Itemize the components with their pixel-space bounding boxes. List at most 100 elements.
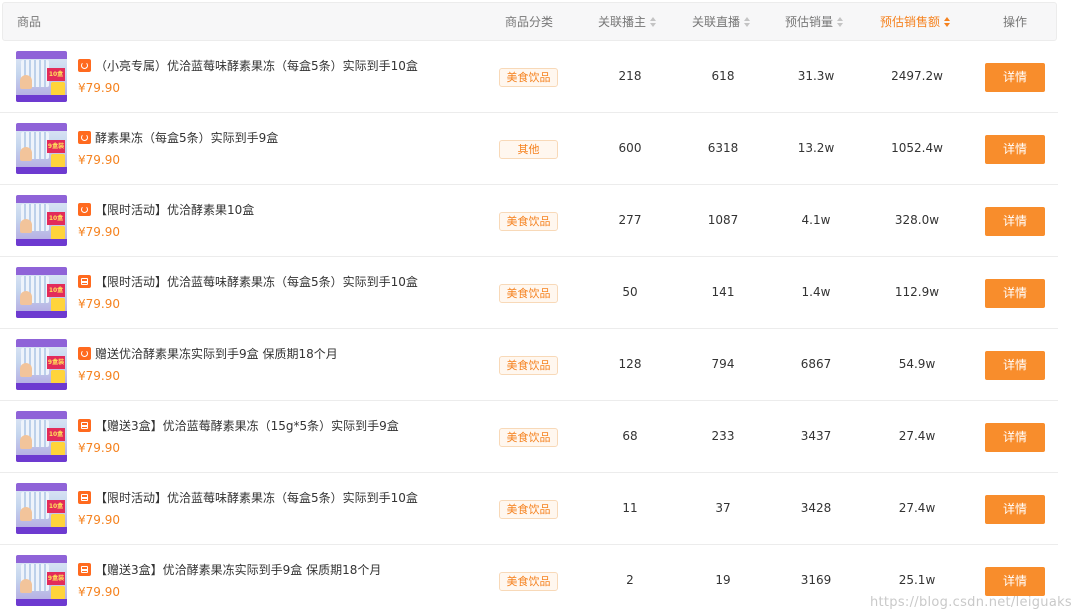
- table-header: 商品 商品分类 关联播主 关联直播 预估销量 预估销售额 操作: [2, 2, 1057, 41]
- product-title[interactable]: 酵素果冻（每盒5条）实际到手9盒: [95, 129, 490, 146]
- product-title[interactable]: 【限时活动】优洽酵素果10盒: [95, 201, 490, 218]
- thumb-badge: 9盒装: [47, 572, 65, 585]
- column-header-actions: 操作: [1003, 15, 1028, 29]
- product-title[interactable]: 【赠送3盒】优洽蓝莓酵素果冻（15g*5条）实际到手9盒: [95, 417, 490, 434]
- anchors-count: 128: [618, 357, 642, 371]
- revenue-estimate: 2497.2w: [891, 69, 943, 83]
- product-thumbnail[interactable]: 10盒装: [16, 195, 67, 246]
- column-header-lives[interactable]: 关联直播: [692, 3, 751, 42]
- table-row: 9盒装 酵素果冻（每盒5条）实际到手9盒 ¥79.90 其他 600 6318 …: [0, 113, 1058, 185]
- sales-estimate: 13.2w: [797, 141, 835, 155]
- table-row: 10盒装 【赠送3盒】优洽蓝莓酵素果冻（15g*5条）实际到手9盒 ¥79.90…: [0, 401, 1058, 473]
- product-thumbnail[interactable]: 10盒装: [16, 51, 67, 102]
- thumb-badge: 10盒装: [47, 212, 65, 235]
- product-price: ¥79.90: [78, 297, 120, 311]
- sort-icon[interactable]: [837, 17, 844, 27]
- product-price: ¥79.90: [78, 225, 120, 239]
- sales-estimate: 6867: [800, 357, 832, 371]
- product-thumbnail[interactable]: 9盒装: [16, 123, 67, 174]
- detail-button[interactable]: 详情: [985, 279, 1045, 308]
- product-title[interactable]: 赠送优洽酵素果冻实际到手9盒 保质期18个月: [95, 345, 490, 362]
- product-thumbnail[interactable]: 10盒装: [16, 411, 67, 462]
- table-row: 10盒装 【限时活动】优洽蓝莓味酵素果冻（每盒5条）实际到手10盒 ¥79.90…: [0, 257, 1058, 329]
- revenue-estimate: 27.4w: [898, 429, 936, 443]
- category-badge: 美食饮品: [499, 428, 558, 447]
- lives-count: 19: [715, 573, 731, 587]
- product-title[interactable]: 【赠送3盒】优洽酵素果冻实际到手9盒 保质期18个月: [95, 561, 490, 578]
- lives-count: 1087: [707, 213, 739, 227]
- detail-button[interactable]: 详情: [985, 135, 1045, 164]
- product-price: ¥79.90: [78, 369, 120, 383]
- anchors-count: 68: [622, 429, 638, 443]
- column-header-revenue[interactable]: 预估销售额: [880, 3, 951, 42]
- table-row: 10盒装 （小亮专属）优洽蓝莓味酵素果冻（每盒5条）实际到手10盒 ¥79.90…: [0, 41, 1058, 113]
- sort-icon[interactable]: [744, 17, 751, 27]
- revenue-estimate: 328.0w: [894, 213, 940, 227]
- detail-button[interactable]: 详情: [985, 567, 1045, 596]
- anchors-count: 50: [622, 285, 638, 299]
- detail-button[interactable]: 详情: [985, 207, 1045, 236]
- category-badge: 美食饮品: [499, 356, 558, 375]
- sales-estimate: 4.1w: [801, 213, 831, 227]
- product-price: ¥79.90: [78, 441, 120, 455]
- anchors-count: 218: [618, 69, 642, 83]
- column-header-anchors-label: 关联播主: [598, 15, 647, 29]
- thumb-badge: 10盒装: [47, 284, 65, 307]
- thumb-badge: 10盒装: [47, 428, 65, 451]
- column-header-anchors[interactable]: 关联播主: [598, 3, 657, 42]
- column-header-sales[interactable]: 预估销量: [785, 3, 844, 42]
- revenue-estimate: 54.9w: [898, 357, 936, 371]
- sort-icon[interactable]: [944, 17, 951, 27]
- sales-estimate: 3437: [800, 429, 832, 443]
- category-badge: 美食饮品: [499, 284, 558, 303]
- thumb-badge: 10盒装: [47, 68, 65, 91]
- product-price: ¥79.90: [78, 81, 120, 95]
- column-header-product: 商品: [17, 15, 42, 29]
- detail-button[interactable]: 详情: [985, 63, 1045, 92]
- anchors-count: 2: [626, 573, 634, 587]
- thumb-badge: 9盒装: [47, 356, 65, 369]
- taobao-bag-icon: [78, 491, 91, 504]
- sales-estimate: 31.3w: [797, 69, 835, 83]
- column-header-lives-label: 关联直播: [692, 15, 741, 29]
- lives-count: 794: [711, 357, 735, 371]
- sort-icon[interactable]: [650, 17, 657, 27]
- detail-button[interactable]: 详情: [985, 423, 1045, 452]
- sales-estimate: 3169: [800, 573, 832, 587]
- product-price: ¥79.90: [78, 513, 120, 527]
- product-thumbnail[interactable]: 10盒装: [16, 267, 67, 318]
- product-thumbnail[interactable]: 9盒装: [16, 339, 67, 390]
- sales-estimate: 3428: [800, 501, 832, 515]
- table-row: 10盒装 【限时活动】优洽酵素果10盒 ¥79.90 美食饮品 277 1087…: [0, 185, 1058, 257]
- thumb-badge: 10盒装: [47, 500, 65, 523]
- taobao-bag-icon: [78, 419, 91, 432]
- product-thumbnail[interactable]: 10盒装: [16, 483, 67, 534]
- product-title[interactable]: 【限时活动】优洽蓝莓味酵素果冻（每盒5条）实际到手10盒: [95, 273, 490, 290]
- category-badge: 美食饮品: [499, 68, 558, 87]
- revenue-estimate: 1052.4w: [891, 141, 943, 155]
- product-thumbnail[interactable]: 9盒装: [16, 555, 67, 606]
- tmall-icon: [78, 59, 91, 72]
- tmall-icon: [78, 347, 91, 360]
- detail-button[interactable]: 详情: [985, 495, 1045, 524]
- category-badge: 美食饮品: [499, 500, 558, 519]
- anchors-count: 277: [618, 213, 642, 227]
- tmall-icon: [78, 203, 91, 216]
- sales-estimate: 1.4w: [801, 285, 831, 299]
- detail-button[interactable]: 详情: [985, 351, 1045, 380]
- anchors-count: 11: [622, 501, 638, 515]
- lives-count: 37: [715, 501, 731, 515]
- lives-count: 233: [711, 429, 735, 443]
- column-header-sales-label: 预估销量: [785, 15, 834, 29]
- product-title[interactable]: （小亮专属）优洽蓝莓味酵素果冻（每盒5条）实际到手10盒: [95, 57, 490, 74]
- thumb-badge: 9盒装: [47, 140, 65, 153]
- revenue-estimate: 112.9w: [894, 285, 940, 299]
- tmall-icon: [78, 131, 91, 144]
- product-title[interactable]: 【限时活动】优洽蓝莓味酵素果冻（每盒5条）实际到手10盒: [95, 489, 490, 506]
- revenue-estimate: 25.1w: [898, 573, 936, 587]
- product-price: ¥79.90: [78, 585, 120, 599]
- lives-count: 618: [711, 69, 735, 83]
- taobao-bag-icon: [78, 275, 91, 288]
- revenue-estimate: 27.4w: [898, 501, 936, 515]
- column-header-category: 商品分类: [505, 15, 554, 29]
